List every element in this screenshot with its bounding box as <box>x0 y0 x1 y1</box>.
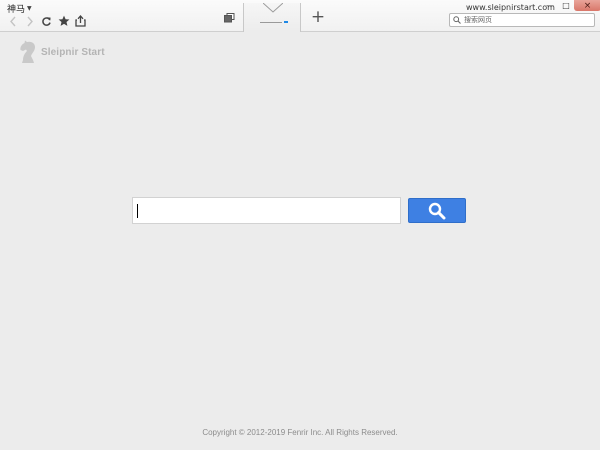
share-icon[interactable] <box>74 14 87 28</box>
star-icon[interactable] <box>57 14 70 28</box>
window-controls: — □ × <box>542 0 600 11</box>
tab-loading-indicator <box>284 21 288 23</box>
reload-icon[interactable] <box>40 14 53 28</box>
knight-icon <box>20 40 35 63</box>
web-search-box <box>449 13 595 27</box>
search-button[interactable] <box>408 198 466 223</box>
navigation-buttons <box>6 14 87 28</box>
maximize-button[interactable]: □ <box>558 0 574 11</box>
main-search-box <box>132 197 401 224</box>
close-button[interactable]: × <box>574 0 600 11</box>
tab-notch-icon <box>263 3 283 13</box>
brand-logo[interactable]: Sleipnir Start <box>18 40 105 64</box>
search-input[interactable] <box>133 198 400 223</box>
minimize-button[interactable]: — <box>542 0 558 11</box>
back-icon[interactable] <box>6 14 19 28</box>
forward-icon[interactable] <box>23 14 36 28</box>
brand-name: Sleipnir Start <box>41 46 105 58</box>
text-cursor <box>137 204 138 218</box>
dropdown-arrow-icon: ▼ <box>27 5 32 12</box>
new-tab-button[interactable]: + <box>308 7 328 27</box>
copyright-footer: Copyright © 2012-2019 Fenrir Inc. All Ri… <box>202 428 398 437</box>
tab-active[interactable] <box>243 3 301 32</box>
tab-title <box>260 22 282 23</box>
browser-toolbar: 神马 ▼ + www.sleipnirstart.com — □ × 搜索网页 <box>0 0 600 32</box>
magnifier-icon <box>428 202 446 219</box>
search-icon <box>453 16 461 24</box>
web-search-input[interactable] <box>461 16 588 24</box>
stacked-tabs-icon[interactable] <box>216 6 242 30</box>
